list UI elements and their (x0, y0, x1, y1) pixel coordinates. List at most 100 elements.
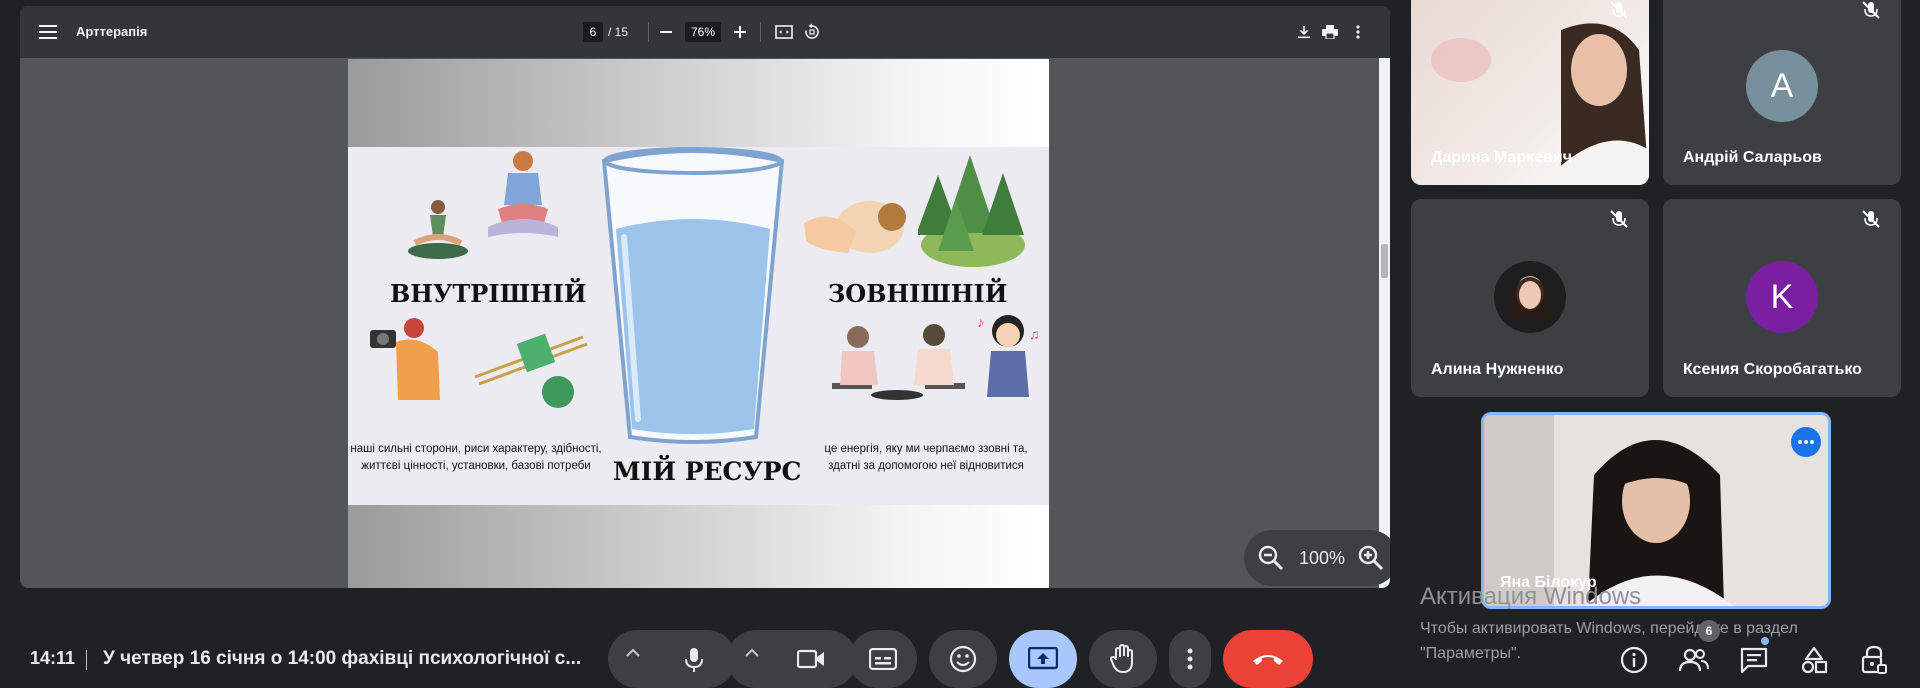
lock-person-icon (1861, 645, 1887, 674)
reading-person-illustration (488, 151, 558, 237)
video-options-button[interactable] (743, 647, 761, 659)
slide-center-heading: МІЙ РЕСУРС (613, 457, 802, 486)
slide-left-description: наші сильні сторони, риси характеру, зді… (348, 441, 604, 475)
camera-button[interactable] (797, 648, 825, 670)
slide-right-heading: ЗОВНІШНІЙ (828, 279, 1008, 308)
water-glass-illustration (601, 147, 785, 444)
camera-control (727, 630, 857, 688)
scrollbar-thumb[interactable] (1381, 244, 1388, 278)
zoom-in-icon[interactable] (728, 20, 752, 44)
mic-button[interactable] (682, 647, 706, 673)
host-controls-button[interactable] (1856, 642, 1892, 678)
mic-off-icon (1610, 210, 1628, 228)
chevron-up-icon (745, 648, 759, 657)
participant-tile[interactable]: K Ксения Скоробагатько (1663, 199, 1901, 397)
closed-caption-icon (869, 648, 897, 670)
mic-off-icon (1610, 1, 1628, 19)
zoom-out-magnifier-icon[interactable] (1258, 545, 1284, 571)
pdf-viewer: Арттерапія 6 / 15 76% ВНУТРІШНІЙ наші си… (20, 6, 1390, 588)
videocam-icon (797, 649, 824, 669)
emoji-icon (949, 645, 977, 673)
info-icon (1620, 646, 1648, 674)
chat-notification-dot (1761, 637, 1769, 645)
chat-icon (1740, 647, 1768, 674)
photographer-illustration (370, 318, 440, 400)
participant-name: Ксения Скоробагатько (1683, 361, 1862, 378)
pdf-scrollbar[interactable] (1379, 58, 1390, 588)
document-title: Арттерапія (76, 24, 148, 39)
zoom-level: 100% (1299, 548, 1346, 568)
hand-icon (1110, 644, 1133, 673)
page-total: / 15 (608, 25, 629, 39)
page-number-input[interactable]: 6 (583, 22, 603, 42)
more-vert-icon[interactable] (1346, 20, 1370, 44)
more-horiz-icon (1798, 440, 1814, 444)
meeting-title: У четвер 16 січня о 14:00 фахівці психол… (103, 648, 582, 669)
slide-right-description: це енергія, яку ми черпаємо ззовні та, з… (803, 441, 1049, 475)
participant-tile[interactable]: Алина Нужненко (1411, 199, 1649, 397)
windows-activation-title: Активация Windows (1420, 583, 1642, 610)
print-icon[interactable] (1318, 20, 1342, 44)
pdf-page: ВНУТРІШНІЙ наші сильні сторони, риси хар… (348, 59, 1049, 588)
shapes-icon (1801, 646, 1828, 674)
download-icon[interactable] (1292, 20, 1316, 44)
more-options-button[interactable] (1169, 630, 1211, 688)
call-end-icon (1253, 655, 1283, 665)
more-options-button[interactable] (1791, 427, 1821, 457)
meeting-details-button[interactable] (1616, 642, 1652, 678)
yoga-woman-illustration (408, 200, 468, 259)
participant-tile[interactable]: Дарина Маркевич (1411, 0, 1649, 185)
fit-page-icon[interactable] (772, 20, 796, 44)
slide-left-text-line: наші сильні сторони, риси характеру, зді… (350, 443, 602, 455)
divider (86, 650, 87, 670)
slide-right-text-line: це енергія, яку ми черпаємо ззовні та, (824, 443, 1028, 455)
people-count-badge: 6 (1698, 620, 1720, 642)
participant-tile[interactable]: A Андрій Саларьов (1663, 0, 1901, 185)
pdf-toolbar: Арттерапія 6 / 15 76% (20, 6, 1390, 58)
zoom-input[interactable]: 76% (685, 22, 721, 42)
slide: ВНУТРІШНІЙ наші сильні сторони, риси хар… (348, 147, 1049, 505)
page-background-bottom (348, 505, 1049, 588)
audio-options-button[interactable] (624, 647, 642, 659)
microphone-control (608, 630, 736, 688)
slide-left-text-line: життєві цінності, установки, базові потр… (361, 460, 591, 472)
friends-talking-illustration (832, 324, 965, 400)
raise-hand-button[interactable] (1089, 630, 1157, 688)
present-to-all-icon (1028, 647, 1058, 670)
zoom-control: 100% (1244, 530, 1390, 586)
mic-off-icon (1862, 1, 1880, 19)
avatar (1494, 261, 1566, 333)
zoom-out-icon[interactable] (654, 20, 678, 44)
avatar: K (1746, 261, 1818, 333)
present-screen-button[interactable] (1009, 630, 1077, 688)
massage-illustration (804, 201, 906, 253)
participant-name: Андрій Саларьов (1683, 149, 1822, 166)
svg-text:♫: ♫ (1029, 326, 1040, 342)
more-vert-icon (1187, 648, 1193, 670)
page-background-top (348, 59, 1049, 147)
forest-illustration (918, 155, 1025, 267)
participant-name: Дарина Маркевич (1431, 149, 1572, 166)
chat-button[interactable] (1736, 642, 1772, 678)
windows-activation-line: Чтобы активировать Windows, перейдите в … (1420, 620, 1798, 637)
svg-text:♪: ♪ (977, 314, 984, 330)
menu-icon[interactable] (36, 20, 60, 44)
meeting-clock: 14:11 (30, 648, 76, 668)
people-button[interactable] (1676, 642, 1712, 678)
slide-right-text-line: здатні за допомогою неї відновитися (828, 460, 1024, 472)
zoom-in-magnifier-icon[interactable] (1358, 545, 1384, 571)
music-listener-illustration: ♪ ♫ (977, 314, 1040, 397)
participant-name: Алина Нужненко (1431, 361, 1564, 378)
avatar: A (1746, 50, 1818, 122)
toolbar-divider (648, 22, 649, 42)
end-call-button[interactable] (1223, 630, 1313, 688)
activities-button[interactable] (1796, 642, 1832, 678)
reactions-button[interactable] (929, 630, 997, 688)
participant-tile-active-speaker[interactable]: Яна Білокур (1481, 412, 1831, 609)
toolbar-divider (760, 22, 761, 42)
people-icon (1679, 648, 1709, 672)
mic-icon (685, 648, 703, 672)
captions-button[interactable] (849, 630, 917, 688)
mic-off-icon (1862, 210, 1880, 228)
rotate-icon[interactable] (800, 20, 824, 44)
